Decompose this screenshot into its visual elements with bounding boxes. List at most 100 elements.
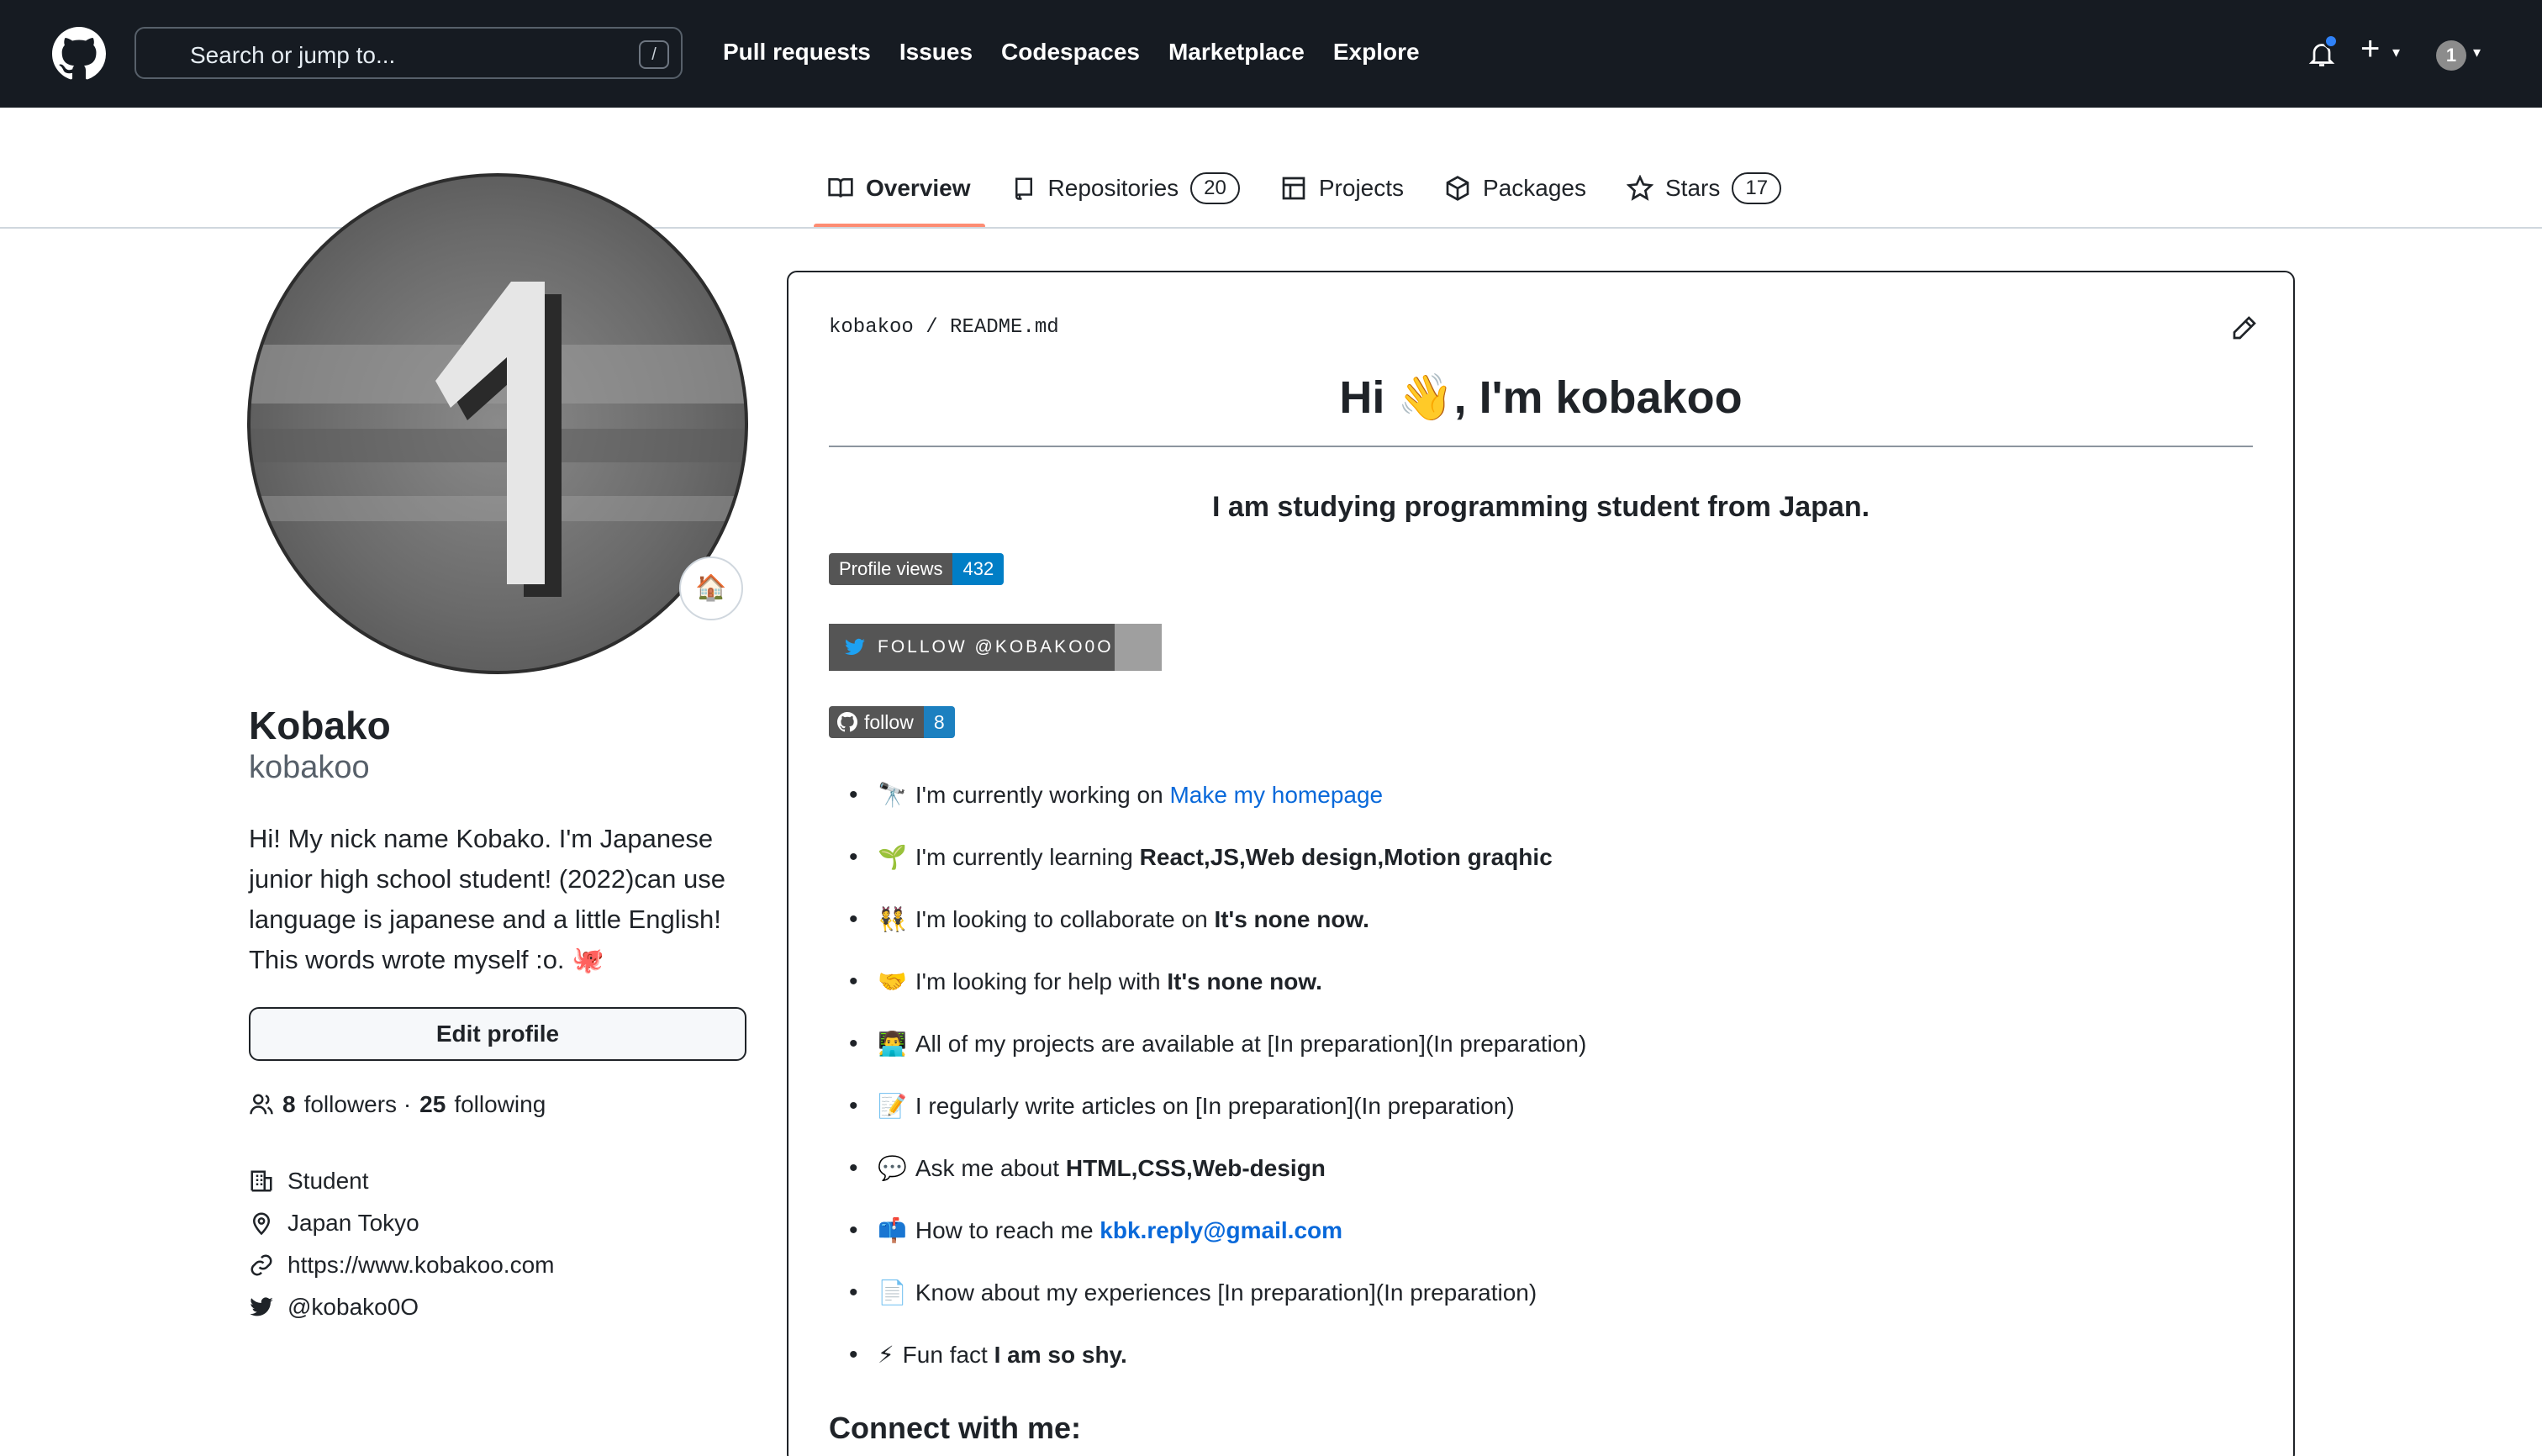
tab-packages[interactable]: Packages xyxy=(1444,165,1586,212)
twitter-link[interactable]: @kobako0O xyxy=(287,1294,419,1321)
connect-heading: Connect with me: xyxy=(829,1411,1082,1445)
nav-explore[interactable]: Explore xyxy=(1333,39,1420,66)
create-new-button[interactable]: + xyxy=(2360,30,2380,68)
item-text: I'm looking to collaborate on xyxy=(915,906,1215,932)
nav-pull-requests[interactable]: Pull requests xyxy=(723,39,871,66)
followers-count[interactable]: 8 xyxy=(282,1091,296,1118)
star-icon xyxy=(1627,175,1653,201)
link-icon xyxy=(251,1254,272,1276)
profile-tabs: Overview Repositories 20 Projects Packag… xyxy=(827,165,1782,212)
item-text: All of my projects are available at [In … xyxy=(915,1031,1587,1057)
tab-label: Overview xyxy=(866,175,971,201)
crumb-file[interactable]: README.md xyxy=(950,316,1059,339)
profile-login: kobakoo xyxy=(249,750,370,785)
profile-details: Student Japan Tokyo https://www.kobakoo.… xyxy=(249,1160,554,1328)
package-icon xyxy=(1446,176,1469,201)
table-icon xyxy=(1282,177,1305,200)
twitter-badge-left: FOLLOW @KOBAKO0O xyxy=(829,624,1115,671)
twitter-bird-icon xyxy=(845,638,865,655)
readme-breadcrumb: kobakoo / README.md xyxy=(829,316,1059,339)
list-item: 📫 How to reach me kbk.reply@gmail.com xyxy=(849,1211,1586,1273)
page-emoji: 📄 xyxy=(878,1279,907,1306)
github-follow-badge[interactable]: follow 8 xyxy=(829,706,955,738)
search-shortcut-key: / xyxy=(639,40,669,69)
item-text: I'm currently working on xyxy=(915,782,1170,808)
tab-overview[interactable]: Overview xyxy=(827,165,971,212)
edit-profile-button[interactable]: Edit profile xyxy=(249,1007,746,1061)
crumb-user[interactable]: kobakoo xyxy=(829,316,914,339)
twitter-badge-count xyxy=(1115,624,1162,671)
following-link[interactable]: following xyxy=(454,1091,546,1118)
tab-repositories[interactable]: Repositories 20 xyxy=(1011,165,1240,212)
list-item: 📝 I regularly write articles on [In prepa… xyxy=(849,1086,1586,1148)
badge-value: 432 xyxy=(952,553,1005,585)
nav-marketplace[interactable]: Marketplace xyxy=(1168,39,1305,66)
item-text: I'm currently learning xyxy=(915,844,1140,870)
dancers-emoji: 👯 xyxy=(878,906,907,932)
tab-stars[interactable]: Stars 17 xyxy=(1627,165,1782,212)
follow-stats: 8 followers · 25 following xyxy=(249,1091,546,1118)
readme-subtitle: I am studying programming student from J… xyxy=(1211,491,1870,523)
list-item: 👯 I'm looking to collaborate on It's none… xyxy=(849,899,1586,962)
pencil-icon[interactable] xyxy=(2231,314,2258,341)
website-link[interactable]: https://www.kobakoo.com xyxy=(287,1252,554,1279)
location-icon xyxy=(252,1212,271,1236)
github-badge-left: follow xyxy=(829,706,924,738)
memo-emoji: 📝 xyxy=(878,1093,907,1119)
badge-label: Profile views xyxy=(829,553,953,585)
list-item: 💬 Ask me about HTML,CSS,Web-design xyxy=(849,1148,1586,1211)
email-link[interactable]: kbk.reply@gmail.com xyxy=(1100,1217,1342,1243)
speech-bubble-emoji: 💬 xyxy=(878,1155,907,1181)
location-text: Japan Tokyo xyxy=(287,1210,419,1236)
following-count[interactable]: 25 xyxy=(419,1091,446,1118)
twitter-row: @kobako0O xyxy=(249,1286,554,1328)
github-logo-icon xyxy=(837,712,857,732)
profile-name: Kobako xyxy=(249,704,391,747)
item-strong: I am so shy. xyxy=(994,1342,1127,1368)
readme-title: Hi 👋, I'm kobakoo xyxy=(1339,372,1743,423)
item-text: I'm looking for help with xyxy=(915,968,1168,994)
homepage-link[interactable]: Make my homepage xyxy=(1169,782,1383,808)
website-row: https://www.kobakoo.com xyxy=(249,1244,554,1286)
item-strong: React,JS,Web design,Motion graqhic xyxy=(1139,844,1553,870)
telescope-emoji: 🔭 xyxy=(878,782,907,808)
badge-label: FOLLOW @KOBAKO0O xyxy=(878,637,1114,657)
book-icon xyxy=(828,178,853,198)
github-logo-icon[interactable] xyxy=(52,27,106,81)
twitter-follow-badge[interactable]: FOLLOW @KOBAKO0O xyxy=(829,624,1162,671)
chevron-down-icon[interactable]: ▾ xyxy=(2473,44,2481,61)
notification-dot xyxy=(2323,34,2339,49)
location-row: Japan Tokyo xyxy=(249,1202,554,1244)
search-placeholder: Search or jump to... xyxy=(190,42,396,68)
item-text: Fun fact xyxy=(902,1342,994,1368)
tab-projects[interactable]: Projects xyxy=(1280,165,1404,212)
user-avatar-menu[interactable]: 1 xyxy=(2436,40,2466,71)
item-text: I regularly write articles on [In prepar… xyxy=(915,1093,1515,1119)
profile-avatar[interactable] xyxy=(247,173,748,674)
nav-codespaces[interactable]: Codespaces xyxy=(1001,39,1140,66)
item-text: Know about my experiences [In preparatio… xyxy=(915,1279,1537,1306)
list-item: ⚡ Fun fact I am so shy. xyxy=(849,1335,1586,1397)
followers-link[interactable]: followers · xyxy=(304,1091,412,1118)
readme-card: kobakoo / README.md Hi 👋, I'm kobakoo I … xyxy=(787,271,2295,1456)
crumb-separator: / xyxy=(926,316,938,339)
search-input[interactable]: Search or jump to... / xyxy=(134,27,683,79)
handshake-emoji: 🤝 xyxy=(878,968,907,994)
tab-label: Repositories xyxy=(1047,175,1179,201)
profile-bio: Hi! My nick name Kobako. I'm Japanese ju… xyxy=(249,824,725,974)
list-item: 📄 Know about my experiences [In preparati… xyxy=(849,1273,1586,1335)
readme-list: 🔭 I'm currently working on Make my homepa… xyxy=(849,775,1587,1397)
repo-icon xyxy=(1015,177,1032,200)
badge-label: follow xyxy=(864,711,914,733)
repo-counter: 20 xyxy=(1190,172,1240,204)
tab-label: Projects xyxy=(1318,175,1405,201)
company-row: Student xyxy=(249,1160,554,1202)
badge-value: 8 xyxy=(923,706,955,738)
nav-issues[interactable]: Issues xyxy=(899,39,973,66)
item-text: Ask me about xyxy=(915,1155,1066,1181)
list-item: 👨‍💻 All of my projects are available at [… xyxy=(849,1024,1587,1086)
company-text: Student xyxy=(287,1168,369,1194)
twitter-icon xyxy=(250,1297,273,1316)
chevron-down-icon[interactable]: ▾ xyxy=(2392,44,2400,61)
status-emoji[interactable]: 🏠 xyxy=(679,557,743,620)
